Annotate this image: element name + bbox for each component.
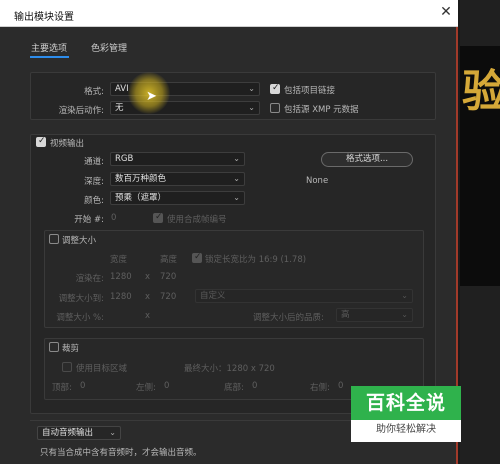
chevron-down-icon: ⌄	[109, 428, 116, 437]
chevron-down-icon: ⌄	[401, 310, 408, 319]
lock-aspect-label: 锁定长宽比为 16:9 (1.78)	[205, 255, 307, 265]
mouse-cursor-icon: ➤	[146, 89, 157, 104]
crop-left-label: 左侧:	[136, 383, 156, 393]
crop-bottom-value[interactable]: 0	[252, 381, 257, 391]
close-icon[interactable]: ✕	[438, 4, 454, 20]
format-options-button[interactable]: 格式选项...	[321, 152, 413, 167]
resize-to-label: 调整大小到:	[58, 294, 104, 304]
crop-top-label: 顶部:	[52, 383, 72, 393]
tab-color-management[interactable]: 色彩管理	[91, 41, 127, 54]
channels-label: 通道:	[84, 157, 104, 167]
resize-preset-value: 自定义	[200, 291, 226, 301]
color-value: 预乘（遮罩）	[115, 193, 167, 203]
include-xmp-label: 包括源 XMP 元数据	[284, 105, 359, 115]
start-frame-label: 开始 #:	[74, 215, 104, 225]
resize-label: 调整大小	[62, 236, 97, 246]
lock-aspect-checkbox[interactable]	[192, 252, 202, 263]
chevron-down-icon: ⌄	[248, 84, 255, 93]
start-frame-value[interactable]: 0	[111, 213, 116, 223]
channels-value: RGB	[115, 154, 134, 164]
resize-width-header: 宽度	[110, 255, 128, 265]
audio-note: 只有当合成中含有音频时，才会输出音频。	[40, 448, 202, 458]
video-output-checkbox[interactable]	[36, 136, 46, 147]
render-at-label: 渲染在:	[75, 274, 104, 284]
resize-to-height[interactable]: 720	[160, 292, 176, 302]
crop-label: 裁剪	[62, 344, 80, 354]
resize-preset-select[interactable]: 自定义 ⌄	[195, 289, 413, 303]
format-value: AVI	[115, 84, 129, 94]
crop-left-value[interactable]: 0	[164, 381, 169, 391]
post-render-value: 无	[115, 103, 124, 113]
resize-height-header: 高度	[160, 255, 178, 265]
depth-select[interactable]: 数百万种颜色 ⌄	[110, 172, 245, 186]
crop-right-label: 右侧:	[310, 383, 330, 393]
chevron-down-icon: ⌄	[401, 291, 408, 300]
resize-percent-x: x	[145, 311, 151, 321]
audio-output-select[interactable]: 自动音频输出 ⌄	[37, 426, 121, 440]
chevron-down-icon: ⌄	[233, 174, 240, 183]
post-render-label: 渲染后动作:	[58, 106, 104, 116]
chevron-down-icon: ⌄	[233, 154, 240, 163]
crop-bottom-label: 底部:	[224, 383, 244, 393]
render-at-x: x	[145, 272, 151, 282]
use-comp-frame-checkbox[interactable]	[153, 212, 163, 223]
resize-to-width[interactable]: 1280	[110, 292, 132, 302]
color-label: 颜色:	[84, 196, 104, 206]
include-project-link-checkbox[interactable]	[270, 83, 280, 94]
format-options-value: None	[306, 176, 329, 186]
video-output-label: 视频输出	[50, 139, 85, 149]
render-at-height: 720	[160, 272, 177, 282]
crop-top-value[interactable]: 0	[80, 381, 85, 391]
depth-label: 深度:	[84, 177, 104, 187]
crop-final-size: 最终大小：1280 x 720	[184, 364, 275, 374]
resize-to-x: x	[145, 292, 151, 302]
include-project-link-label: 包括项目链接	[284, 86, 336, 96]
resize-quality-value: 高	[341, 310, 350, 320]
use-roi-label: 使用目标区域	[76, 364, 128, 374]
resize-percent-label: 调整大小 %:	[56, 313, 104, 323]
chevron-down-icon: ⌄	[248, 103, 255, 112]
include-xmp-checkbox[interactable]	[270, 103, 280, 113]
audio-output-value: 自动音频输出	[42, 428, 94, 438]
watermark-subtitle: 助你轻松解决	[376, 424, 436, 435]
crop-right-value[interactable]: 0	[338, 381, 343, 391]
format-label: 格式:	[84, 87, 104, 97]
crop-checkbox[interactable]	[49, 342, 59, 352]
active-tab-indicator	[30, 56, 69, 58]
watermark-title: 百科全说	[351, 386, 461, 420]
resize-checkbox[interactable]	[49, 234, 59, 244]
dialog-title: 输出模块设置	[14, 12, 74, 23]
use-comp-frame-label: 使用合成帧编号	[167, 215, 227, 225]
background-glyph: 验	[462, 66, 500, 117]
depth-value: 数百万种颜色	[115, 174, 167, 184]
channels-select[interactable]: RGB ⌄	[110, 152, 245, 166]
resize-quality-select[interactable]: 高 ⌄	[336, 308, 413, 322]
render-at-width: 1280	[110, 272, 132, 282]
chevron-down-icon: ⌄	[233, 193, 240, 202]
tab-main-options[interactable]: 主要选项	[31, 41, 67, 54]
color-select[interactable]: 预乘（遮罩） ⌄	[110, 191, 245, 205]
use-roi-checkbox[interactable]	[62, 362, 72, 372]
resize-quality-label: 调整大小后的品质:	[253, 313, 324, 323]
